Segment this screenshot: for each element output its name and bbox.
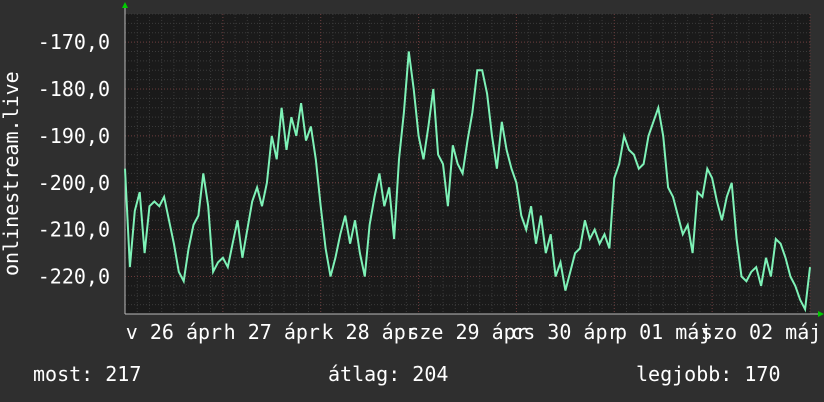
- x-tick-label: k 28 ápr: [321, 320, 417, 344]
- x-tick-label: sze 29 ápr: [407, 320, 527, 344]
- stat-best: legjobb: 170: [636, 362, 781, 386]
- x-tick-labels: v 26 ápr h 27 ápr k 28 áprsze 29 áprcs 30 …: [126, 320, 822, 344]
- x-tick-label: v 26 ápr: [126, 320, 222, 344]
- x-tick-label: h 27 ápr: [224, 320, 320, 344]
- stat-average: átlag: 204: [328, 362, 449, 386]
- y-tick-label: -200,0: [38, 171, 110, 195]
- y-tick-labels: -170,0 -180,0 -190,0 -200,0 -210,0 -220,0: [38, 30, 110, 288]
- y-tick-label: -220,0: [38, 265, 110, 289]
- x-tick-label: p 01 máj: [615, 320, 711, 344]
- y-axis-arrow: [122, 2, 128, 8]
- y-tick-label: -170,0: [38, 30, 110, 54]
- x-axis-arrow: [818, 311, 824, 317]
- y-axis-label: onlinestream.live: [0, 71, 23, 276]
- x-tick-label: cs 30 ápr: [511, 320, 619, 344]
- x-tick-label: szo 02 máj: [701, 320, 821, 344]
- line-chart: -170,0 -180,0 -190,0 -200,0 -210,0 -220,0 v 2…: [0, 2, 824, 344]
- stat-current: most: 217: [33, 362, 142, 386]
- y-tick-label: -190,0: [38, 124, 110, 148]
- y-tick-label: -180,0: [38, 77, 110, 101]
- y-tick-label: -210,0: [38, 218, 110, 242]
